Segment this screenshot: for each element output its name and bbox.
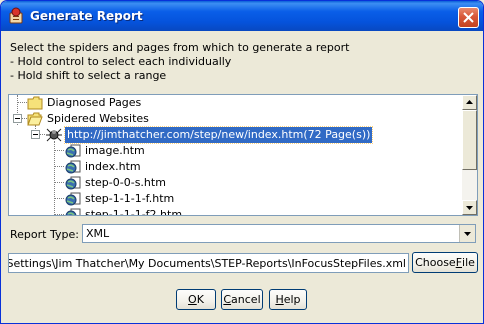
instruction-line: Select the spiders and pages from which … xyxy=(10,41,350,54)
tree-node-label: index.htm xyxy=(85,160,141,173)
tree-node-spidered-websites[interactable]: Spidered Websites xyxy=(9,111,459,127)
report-type-select[interactable]: XML xyxy=(82,224,476,243)
scroll-down-button[interactable] xyxy=(462,200,477,215)
generate-report-dialog: Generate Report Select the spiders and p… xyxy=(0,0,484,324)
button-mnemonic: H xyxy=(275,293,284,306)
tree-node-page[interactable]: image.htm xyxy=(9,143,459,159)
globe-page-icon xyxy=(65,144,81,158)
choose-file-button[interactable]: Choose File xyxy=(412,252,478,273)
tree-node-label: Spidered Websites xyxy=(47,112,149,125)
button-mnemonic: C xyxy=(223,293,232,306)
button-label: elp xyxy=(283,293,301,306)
globe-page-icon xyxy=(65,208,81,215)
scroll-up-button[interactable] xyxy=(462,95,477,110)
collapse-toggle[interactable] xyxy=(31,130,40,139)
globe-page-icon xyxy=(65,160,81,174)
spider-icon xyxy=(46,128,62,142)
tree-node-page[interactable]: step-0-0-s.htm xyxy=(9,175,459,191)
report-type-label: Report Type: xyxy=(10,228,79,241)
button-label: ancel xyxy=(231,293,261,306)
output-path-value: C:\Documents and Settings\Jim Thatcher\M… xyxy=(8,257,406,270)
tree-node-diagnosed-pages[interactable]: Diagnosed Pages xyxy=(9,95,459,111)
tree-node-label: Diagnosed Pages xyxy=(47,96,142,109)
button-mnemonic: O xyxy=(188,293,197,306)
close-icon xyxy=(463,12,474,23)
chevron-down-icon xyxy=(464,232,471,236)
tree-node-page[interactable]: step-1-1-1-f2.htm xyxy=(9,207,459,216)
help-button[interactable]: Help xyxy=(269,289,307,310)
instruction-line: - Hold shift to select a range xyxy=(10,69,167,82)
report-type-value: XML xyxy=(86,227,110,240)
collapse-toggle[interactable] xyxy=(13,114,22,123)
tree-scrollbar[interactable] xyxy=(462,95,477,215)
tree-node-page[interactable]: step-1-1-1-f.htm xyxy=(9,191,459,207)
ok-button[interactable]: OK xyxy=(176,289,216,310)
arrow-down-icon xyxy=(466,206,473,210)
folder-icon xyxy=(27,96,43,110)
button-label: ile xyxy=(462,256,475,269)
globe-page-icon xyxy=(65,176,81,190)
folder-open-icon xyxy=(27,112,43,126)
tree-node-label: step-0-0-s.htm xyxy=(85,176,166,189)
scroll-thumb[interactable] xyxy=(462,110,477,170)
instructions-text: Select the spiders and pages from which … xyxy=(10,41,349,83)
spider-tree[interactable]: Diagnosed Pages Spidered Websites http:/… xyxy=(8,94,478,216)
tree-node-spider-root[interactable]: http://jimthatcher.com/step/new/index.ht… xyxy=(9,126,459,144)
globe-page-icon xyxy=(65,192,81,206)
tree-node-label: image.htm xyxy=(85,144,145,157)
button-label: Choose xyxy=(415,256,456,269)
dropdown-arrow-button[interactable] xyxy=(459,225,475,242)
tree-node-page[interactable]: index.htm xyxy=(9,159,459,175)
tree-node-label: http://jimthatcher.com/step/new/index.ht… xyxy=(63,126,374,144)
app-icon xyxy=(9,7,23,24)
close-button[interactable] xyxy=(458,7,479,28)
tree-node-label: step-1-1-1-f2.htm xyxy=(85,208,183,216)
tree-node-label: step-1-1-1-f.htm xyxy=(85,192,175,205)
arrow-up-icon xyxy=(466,100,473,104)
output-path-field[interactable]: C:\Documents and Settings\Jim Thatcher\M… xyxy=(8,253,409,273)
instruction-line: - Hold control to select each individual… xyxy=(10,55,232,68)
window-title: Generate Report xyxy=(30,9,143,23)
button-label: K xyxy=(196,293,204,306)
cancel-button[interactable]: Cancel xyxy=(221,289,263,310)
title-bar[interactable]: Generate Report xyxy=(1,1,483,31)
